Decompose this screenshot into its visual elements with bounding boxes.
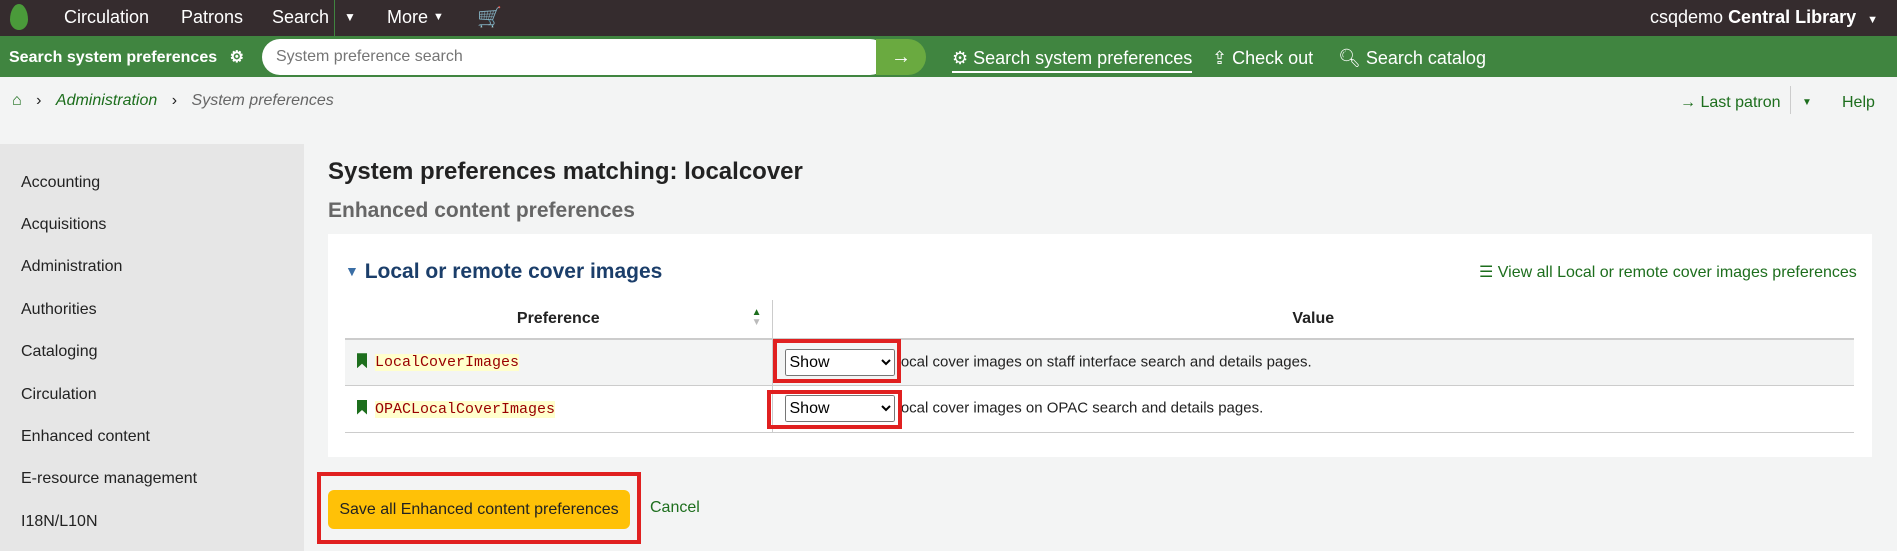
view-all-label: View all Local or remote cover images pr…: [1497, 264, 1857, 281]
breadcrumb-current: System preferences: [191, 92, 334, 109]
table-row: OPACLocalCoverImages Show local cover ima…: [345, 385, 1854, 433]
top-navbar: Circulation Patrons Search ▼ More ▼ 🛒 cs…: [0, 0, 1897, 36]
section-title: Local or remote cover images: [364, 260, 663, 283]
tab-search-system-preferences[interactable]: ⚙ Search system preferences: [952, 48, 1193, 73]
chevron-icon: ›: [171, 92, 178, 109]
search-label-text: Search system preferences: [9, 49, 218, 66]
sidebar-item-authorities[interactable]: Authorities: [21, 301, 97, 319]
list-icon: ☰: [1479, 264, 1494, 281]
user-caret-icon: ▼: [1867, 14, 1879, 26]
home-icon[interactable]: ⌂: [12, 92, 22, 109]
koha-logo-icon[interactable]: [10, 4, 28, 30]
divider: [1790, 86, 1791, 114]
more-caret-icon: ▼: [433, 11, 444, 23]
collapse-caret-icon: ▼: [345, 263, 359, 279]
nav-search[interactable]: Search: [272, 7, 329, 28]
preference-name[interactable]: LocalCoverImages: [375, 354, 520, 372]
last-patron-label: Last patron: [1700, 94, 1781, 111]
header-label: Preference: [516, 310, 600, 327]
preference-cell: OPACLocalCoverImages: [345, 385, 773, 433]
library-name: Central Library: [1728, 7, 1857, 27]
sidebar-item-acquisitions[interactable]: Acquisitions: [21, 216, 106, 234]
cart-icon[interactable]: 🛒: [477, 5, 502, 30]
preference-name[interactable]: OPACLocalCoverImages: [375, 400, 556, 418]
sidebar-item-circulation[interactable]: Circulation: [21, 386, 97, 404]
preference-cell: LocalCoverImages: [345, 339, 773, 386]
sort-icon: ▲ ▼: [751, 307, 762, 328]
local-cover-images-select[interactable]: Show: [784, 348, 895, 376]
upload-icon: ⇪: [1212, 48, 1228, 68]
search-dropdown-caret-icon[interactable]: ▼: [344, 10, 356, 24]
username: csqdemo: [1650, 7, 1724, 27]
gears-icon: ⚙: [229, 49, 244, 66]
sidebar-item-i18n-l10n[interactable]: I18N/L10N: [21, 513, 98, 531]
section-heading[interactable]: ▼ Local or remote cover images: [345, 260, 662, 284]
page-subtitle: Enhanced content preferences: [328, 199, 635, 222]
opac-local-cover-images-select[interactable]: Show: [784, 395, 895, 422]
bookmark-icon: [357, 353, 367, 369]
preferences-table: Preference ▲ ▼ Value LocalCoverImages Show…: [345, 300, 1854, 433]
sidebar-item-administration[interactable]: Administration: [21, 258, 122, 276]
sidebar-item-accounting[interactable]: Accounting: [21, 174, 100, 192]
tab-label: Check out: [1232, 48, 1314, 68]
preference-description: local cover images on OPAC search and de…: [897, 399, 1264, 417]
last-patron-caret-icon[interactable]: ▼: [1802, 97, 1812, 108]
cancel-link[interactable]: Cancel: [650, 499, 700, 517]
sidebar: Accounting Acquisitions Administration A…: [0, 144, 304, 551]
last-patron-link[interactable]: → Last patron: [1680, 94, 1781, 112]
bookmark-icon: [357, 399, 367, 415]
help-link[interactable]: Help: [1842, 94, 1875, 112]
system-preference-search-input[interactable]: [262, 39, 888, 75]
nav-more[interactable]: More: [387, 7, 428, 28]
breadcrumb: ⌂ › Administration › System preferences: [12, 92, 334, 110]
tab-label: Search catalog: [1365, 48, 1486, 68]
search-icon: 🔍︎: [1338, 48, 1361, 68]
column-header-value: Value: [772, 300, 1854, 340]
search-type-label[interactable]: Search system preferences ⚙: [0, 36, 270, 77]
nav-patrons[interactable]: Patrons: [181, 7, 243, 28]
preference-description: local cover images on staff interface se…: [897, 353, 1312, 371]
sidebar-item-cataloging[interactable]: Cataloging: [21, 343, 98, 361]
divider: [334, 0, 335, 36]
tab-check-out[interactable]: ⇪ Check out: [1212, 48, 1313, 69]
page-title: System preferences matching: localcover: [328, 158, 803, 185]
save-preferences-button[interactable]: Save all Enhanced content preferences: [328, 490, 630, 529]
value-cell: Show local cover images on OPAC search an…: [772, 385, 1854, 433]
value-cell: Show local cover images on staff interfac…: [772, 339, 1854, 386]
nav-circulation[interactable]: Circulation: [64, 7, 149, 28]
tab-label: Search system preferences: [973, 48, 1193, 68]
search-submit-button[interactable]: →: [876, 39, 926, 75]
user-menu[interactable]: csqdemo Central Library ▼: [1650, 7, 1878, 28]
sidebar-item-e-resource-management[interactable]: E-resource management: [21, 470, 197, 488]
view-all-link[interactable]: ☰ View all Local or remote cover images …: [1479, 262, 1857, 282]
tab-search-catalog[interactable]: 🔍︎ Search catalog: [1338, 48, 1486, 69]
chevron-icon: ›: [36, 92, 42, 109]
sidebar-item-enhanced-content[interactable]: Enhanced content: [21, 428, 150, 446]
breadcrumb-administration[interactable]: Administration: [56, 92, 157, 109]
table-row: LocalCoverImages Show local cover images …: [345, 339, 1854, 386]
column-header-preference[interactable]: Preference ▲ ▼: [345, 300, 773, 340]
